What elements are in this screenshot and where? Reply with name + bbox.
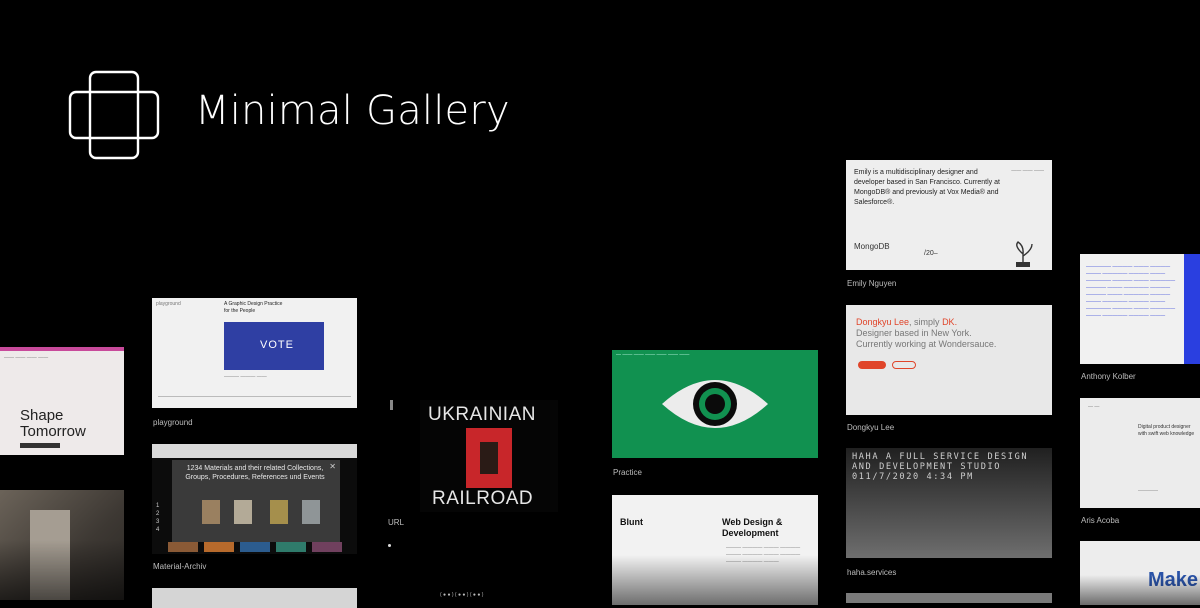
gallery-card-anthony[interactable]: ————— ———— ——— ———— ——— ————— ———— ——— —…: [1080, 254, 1200, 364]
gallery-card-photo[interactable]: [0, 490, 124, 600]
card-heading-2: RAILROAD: [432, 488, 534, 509]
card-heading-2: Web Design & Development: [722, 517, 783, 538]
overlay-text: 1234 Materials and their related Collect…: [185, 465, 325, 481]
eye-icon: [662, 380, 768, 428]
url-marker-icon: [390, 400, 393, 410]
vote-graphic: VOTE: [260, 339, 294, 351]
card-heading: UKRAINIAN: [428, 404, 536, 425]
card-caption: Aris Acoba: [1081, 516, 1120, 525]
work-button[interactable]: [892, 361, 916, 369]
logo-text: MongoDB: [854, 242, 890, 251]
brand-title[interactable]: Minimal Gallery: [195, 88, 510, 134]
card-caption: Dongkyu Lee: [847, 423, 895, 432]
gallery-card-ukrainian-railroad[interactable]: UKRAINIAN RAILROAD: [420, 400, 558, 512]
dot-icon: [388, 544, 391, 547]
overlapping-rectangles-icon: [68, 70, 160, 160]
card-text: Dongkyu Lee, simply DK. Designer based i…: [856, 317, 997, 349]
card-caption: Emily Nguyen: [847, 279, 897, 288]
gallery-card-shape-tomorrow[interactable]: —— —— —— —— Shape Tomorrow: [0, 347, 124, 455]
gallery-card-blunt[interactable]: Blunt Web Design & Development ——— ———— …: [612, 495, 818, 605]
plant-icon: [1016, 241, 1033, 267]
card-heading: Make: [1148, 569, 1199, 591]
card-title: A Graphic Design Practice for the People: [224, 301, 283, 314]
gallery-card-playground[interactable]: playground A Graphic Design Practice for…: [152, 298, 357, 408]
card-heading: Shape: [20, 407, 64, 424]
card-caption: haha.services: [847, 568, 897, 577]
card-caption: playground: [153, 418, 193, 427]
gallery-card-haha[interactable]: HAHA A FULL SERVICE DESIGN AND DEVELOPME…: [846, 448, 1052, 558]
card-caption: Material-Archiv: [153, 562, 207, 571]
name-highlight: Dongkyu Lee: [856, 317, 910, 327]
gallery-card-aris[interactable]: — — Digital product designer with swift …: [1080, 398, 1200, 508]
card-caption: Practice: [613, 468, 642, 477]
dk-highlight: DK.: [942, 317, 958, 327]
card-caption: Anthony Kolber: [1081, 372, 1136, 381]
card-numbers: 1 2 3 4: [156, 503, 160, 533]
gallery-card-make[interactable]: Make: [1080, 541, 1200, 605]
url-label: URL: [388, 518, 405, 527]
close-icon[interactable]: ✕: [329, 462, 336, 471]
gallery-card-emily[interactable]: Emily is a multidisciplinary designer an…: [846, 160, 1052, 270]
gallery-card-partial-2[interactable]: [846, 593, 1052, 603]
year-text: /20–: [924, 250, 938, 257]
card-heading-2: Tomorrow: [20, 423, 86, 440]
gallery-card-material-archiv[interactable]: 1 2 3 4 1234 Materials and their related…: [152, 444, 357, 554]
pager-dots[interactable]: ( ● ● ) ( ● ● ) ( ● ● ): [440, 592, 483, 599]
card-heading: Digital product designer with swift web …: [1138, 424, 1195, 437]
gallery-card-partial[interactable]: [152, 588, 357, 608]
card-text: Emily is a multidisciplinary designer an…: [854, 169, 1000, 206]
gallery-card-dongkyu[interactable]: Dongkyu Lee, simply DK. Designer based i…: [846, 305, 1052, 415]
card-heading: Blunt: [620, 517, 643, 527]
contact-button[interactable]: [858, 361, 886, 369]
card-text: HAHA A FULL SERVICE DESIGN AND DEVELOPME…: [852, 452, 1029, 482]
gallery-card-practice[interactable]: — —— —— —— —— —— ——: [612, 350, 818, 458]
